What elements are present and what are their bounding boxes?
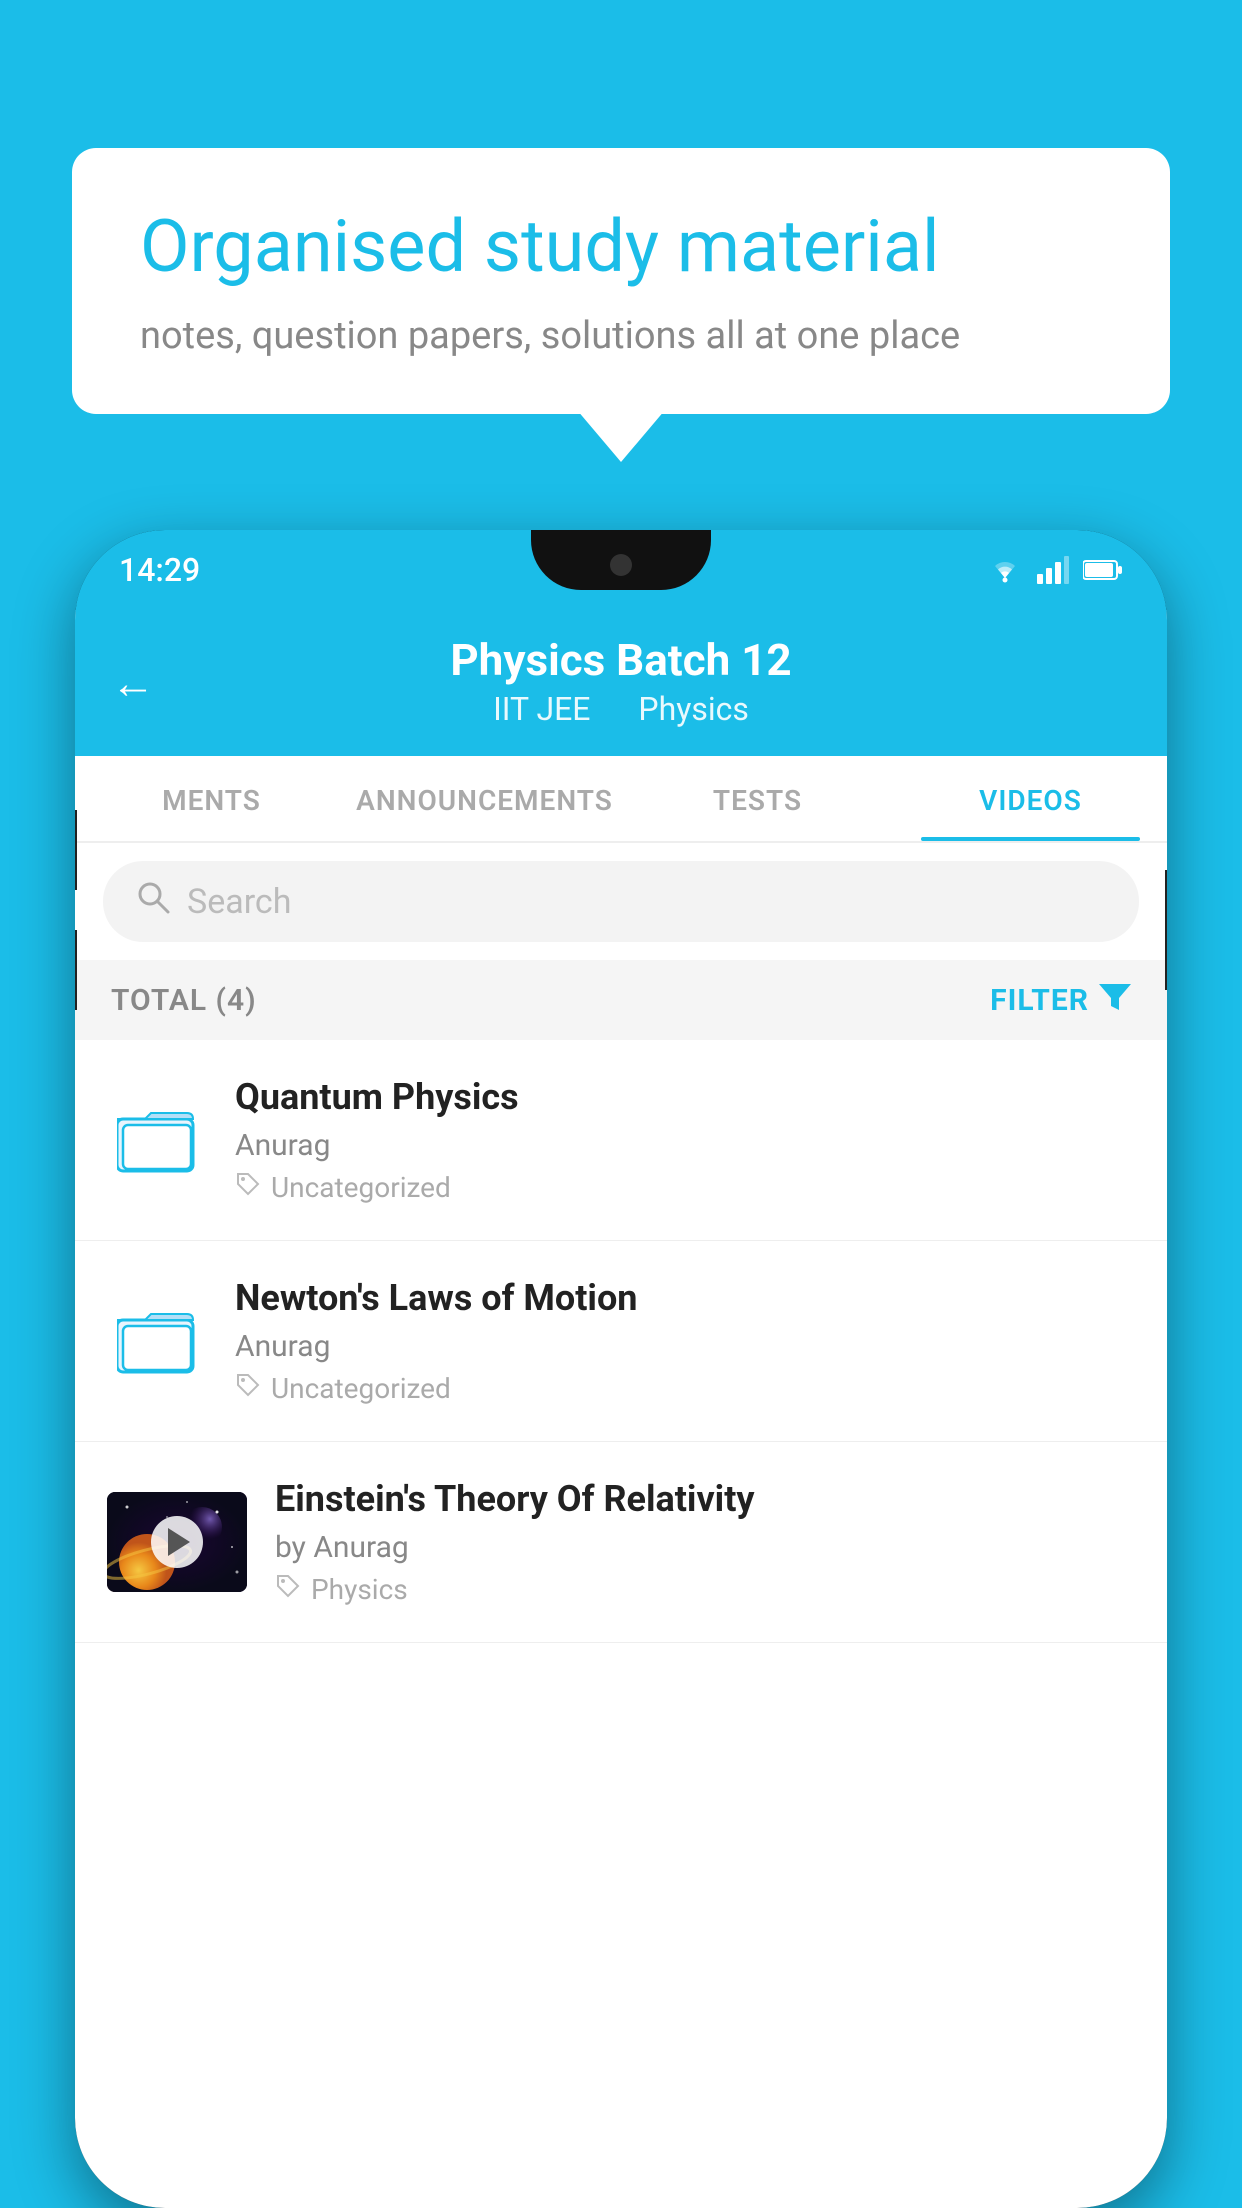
list-item[interactable]: Einstein's Theory Of Relativity by Anura… bbox=[75, 1442, 1167, 1643]
video-title: Einstein's Theory Of Relativity bbox=[275, 1478, 1135, 1520]
tag-label: Physics bbox=[311, 1573, 408, 1606]
play-button[interactable] bbox=[151, 1516, 203, 1568]
search-bar[interactable]: Search bbox=[103, 861, 1139, 942]
tag-label: Uncategorized bbox=[271, 1372, 451, 1405]
phone-volume-down-button bbox=[75, 930, 77, 1010]
tag-icon bbox=[235, 1372, 261, 1405]
folder-icon-wrap bbox=[107, 1291, 207, 1391]
phone-notch bbox=[531, 530, 711, 590]
camera bbox=[610, 554, 632, 576]
search-placeholder: Search bbox=[187, 882, 291, 922]
batch-subtitle: IIT JEE Physics bbox=[115, 690, 1127, 728]
play-triangle-icon bbox=[168, 1528, 190, 1556]
tab-videos[interactable]: VIDEOS bbox=[894, 756, 1167, 841]
wifi-icon bbox=[987, 556, 1023, 584]
tag-icon bbox=[275, 1573, 301, 1606]
batch-subject: Physics bbox=[638, 690, 749, 728]
folder-icon bbox=[117, 1104, 197, 1176]
video-tag: Physics bbox=[275, 1573, 1135, 1606]
video-info: Quantum Physics Anurag Uncategorized bbox=[235, 1076, 1135, 1204]
status-time: 14:29 bbox=[119, 551, 200, 589]
video-info: Newton's Laws of Motion Anurag Uncategor… bbox=[235, 1277, 1135, 1405]
search-icon bbox=[135, 879, 171, 924]
status-icons bbox=[987, 556, 1123, 584]
video-tag: Uncategorized bbox=[235, 1171, 1135, 1204]
video-title: Quantum Physics bbox=[235, 1076, 1135, 1118]
folder-icon-wrap bbox=[107, 1090, 207, 1190]
video-tag: Uncategorized bbox=[235, 1372, 1135, 1405]
tab-tests[interactable]: TESTS bbox=[621, 756, 894, 841]
speech-bubble: Organised study material notes, question… bbox=[72, 148, 1170, 414]
video-title: Newton's Laws of Motion bbox=[235, 1277, 1135, 1319]
tab-announcements[interactable]: ANNOUNCEMENTS bbox=[348, 756, 621, 841]
total-count: TOTAL (4) bbox=[111, 983, 257, 1018]
phone-screen: ← Physics Batch 12 IIT JEE Physics MENTS… bbox=[75, 610, 1167, 2208]
video-thumbnail[interactable] bbox=[107, 1492, 247, 1592]
folder-icon bbox=[117, 1305, 197, 1377]
filter-label: FILTER bbox=[990, 983, 1089, 1018]
search-container: Search bbox=[75, 843, 1167, 960]
phone-power-button bbox=[1165, 870, 1167, 990]
tabs-bar: MENTS ANNOUNCEMENTS TESTS VIDEOS bbox=[75, 756, 1167, 843]
speech-bubble-title: Organised study material bbox=[140, 204, 1102, 290]
battery-icon bbox=[1083, 558, 1123, 582]
video-author: by Anurag bbox=[275, 1530, 1135, 1565]
filter-row: TOTAL (4) FILTER bbox=[75, 960, 1167, 1040]
batch-title: Physics Batch 12 bbox=[115, 634, 1127, 686]
tag-icon bbox=[235, 1171, 261, 1204]
tag-label: Uncategorized bbox=[271, 1171, 451, 1204]
video-author: Anurag bbox=[235, 1329, 1135, 1364]
video-author: Anurag bbox=[235, 1128, 1135, 1163]
batch-category: IIT JEE bbox=[493, 690, 590, 728]
video-list: Quantum Physics Anurag Uncategorized bbox=[75, 1040, 1167, 1643]
signal-icon bbox=[1037, 556, 1069, 584]
list-item[interactable]: Newton's Laws of Motion Anurag Uncategor… bbox=[75, 1241, 1167, 1442]
tab-ments[interactable]: MENTS bbox=[75, 756, 348, 841]
status-bar: 14:29 bbox=[75, 530, 1167, 610]
speech-bubble-subtitle: notes, question papers, solutions all at… bbox=[140, 314, 1102, 358]
video-info: Einstein's Theory Of Relativity by Anura… bbox=[275, 1478, 1135, 1606]
filter-button[interactable]: FILTER bbox=[990, 980, 1131, 1020]
back-button[interactable]: ← bbox=[111, 657, 155, 709]
list-item[interactable]: Quantum Physics Anurag Uncategorized bbox=[75, 1040, 1167, 1241]
phone-frame: 14:29 bbox=[75, 530, 1167, 2208]
filter-icon bbox=[1099, 980, 1131, 1020]
app-header: ← Physics Batch 12 IIT JEE Physics bbox=[75, 610, 1167, 756]
